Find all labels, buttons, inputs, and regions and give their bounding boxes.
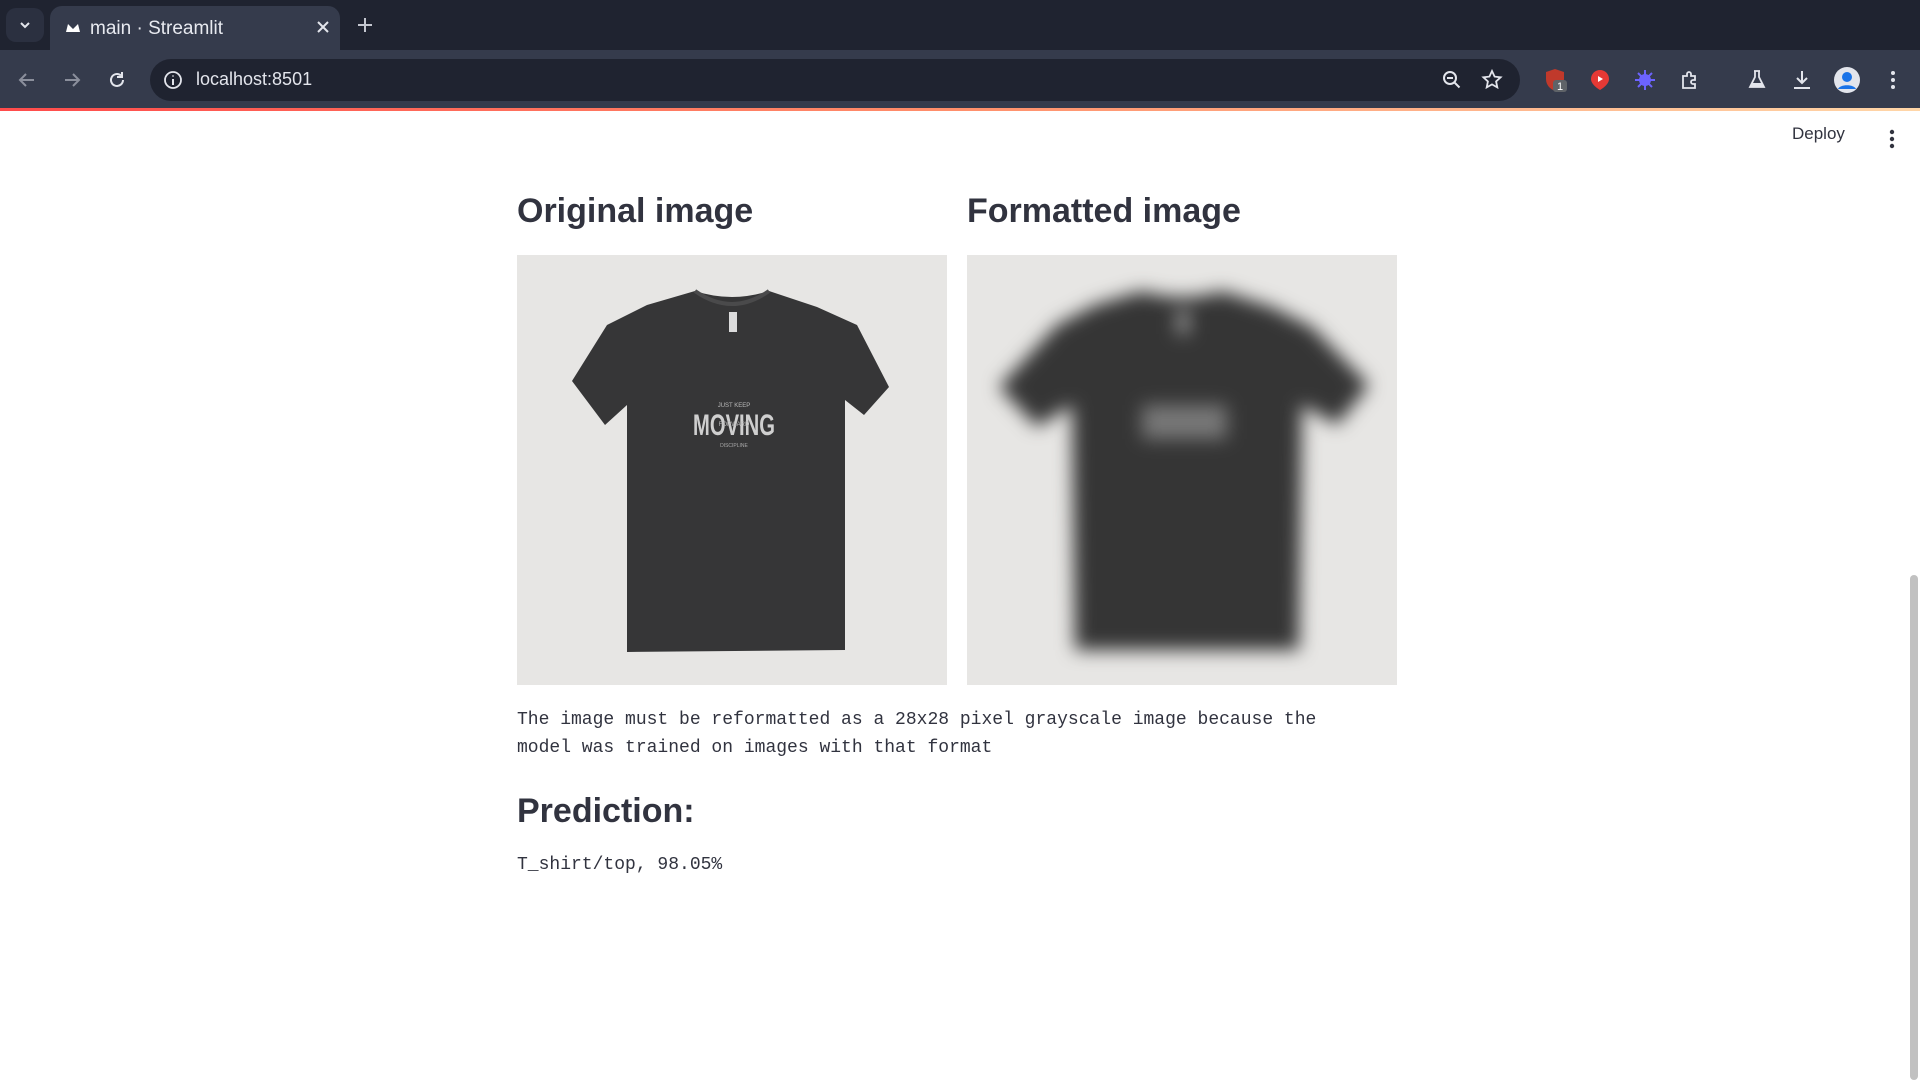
tshirt-image: JUST KEEP MOVING FORWARD DISCIPLINE (572, 289, 889, 652)
formatted-image-heading: Formatted image (967, 192, 1241, 230)
formatted-image (967, 255, 1397, 685)
original-image: JUST KEEP MOVING FORWARD DISCIPLINE (517, 255, 947, 685)
extension-spark-icon[interactable] (1630, 65, 1660, 95)
download-icon[interactable] (1787, 65, 1817, 95)
reload-icon (110, 72, 124, 87)
chevron-down-icon (20, 22, 30, 29)
arrow-right-icon (65, 73, 81, 87)
tshirt-blurred-image (999, 291, 1369, 650)
address-bar[interactable]: localhost:8501 (150, 59, 1520, 101)
print-line-3: FORWARD (719, 422, 750, 428)
browser-toolbar: localhost:8501 1 (0, 50, 1920, 110)
back-button[interactable] (10, 63, 44, 97)
zoom-icon[interactable] (1440, 68, 1464, 92)
prediction-heading: Prediction: (517, 792, 695, 830)
plus-icon (358, 18, 372, 32)
tab-title: main · Streamlit (90, 18, 224, 39)
deploy-button[interactable]: Deploy (1792, 124, 1845, 144)
tab-search-button[interactable] (6, 8, 44, 42)
prediction-result: T_shirt/top, 98.05% (517, 855, 723, 875)
neck-label (729, 312, 737, 332)
new-tab-button[interactable] (352, 12, 378, 38)
extension-youtube-icon[interactable] (1585, 65, 1615, 95)
main-menu-icon[interactable] (1882, 126, 1902, 152)
reformat-explanation: The image must be reformatted as a 28x28… (517, 710, 1317, 758)
url-text: localhost:8501 (196, 69, 313, 89)
arrow-left-icon (18, 73, 34, 87)
streamlit-crown-icon (66, 24, 80, 32)
reload-button[interactable] (100, 63, 134, 97)
extension-badge: 1 (1557, 81, 1563, 93)
original-image-heading: Original image (517, 192, 754, 230)
site-info-icon[interactable] (162, 69, 184, 91)
print-line-4: DISCIPLINE (720, 443, 748, 449)
running-indicator-bar (0, 108, 1920, 111)
extension-ublock-icon[interactable]: 1 (1540, 65, 1570, 95)
extensions-puzzle-icon[interactable] (1675, 65, 1705, 95)
browser-tab[interactable]: main · Streamlit (50, 6, 340, 50)
close-tab-icon[interactable] (312, 16, 334, 38)
bookmark-star-icon[interactable] (1480, 68, 1504, 92)
page-scrollbar[interactable] (1910, 575, 1918, 1080)
labs-flask-icon[interactable] (1742, 65, 1772, 95)
browser-tabstrip: main · Streamlit (0, 0, 1920, 50)
profile-avatar-icon[interactable] (1832, 65, 1862, 95)
forward-button[interactable] (55, 63, 89, 97)
browser-menu-icon[interactable] (1878, 65, 1908, 95)
